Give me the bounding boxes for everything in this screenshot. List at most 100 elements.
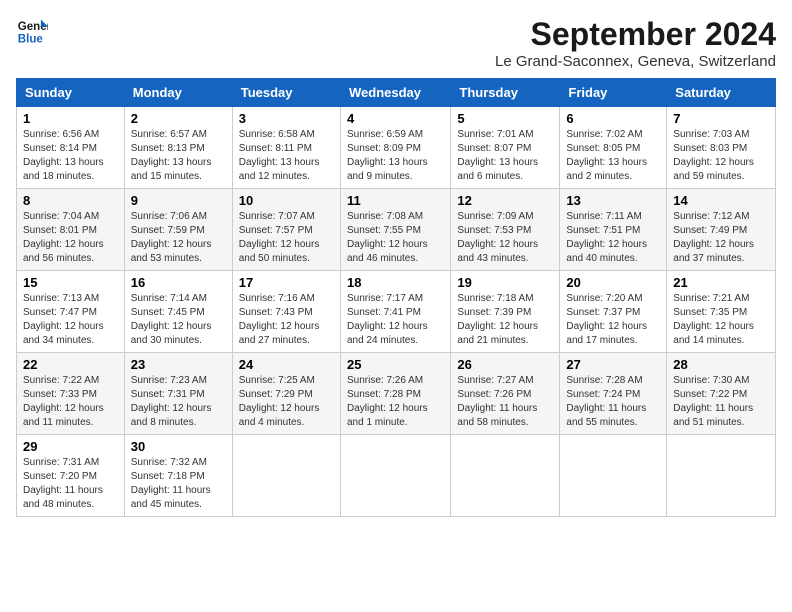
day-info: Sunrise: 6:59 AMSunset: 8:09 PMDaylight:…: [347, 128, 444, 184]
day-cell: 29 Sunrise: 7:31 AMSunset: 7:20 PMDayligh…: [17, 435, 125, 517]
day-cell: 28 Sunrise: 7:30 AMSunset: 7:22 PMDayligh…: [667, 353, 776, 435]
week-row-1: 1 Sunrise: 6:56 AMSunset: 8:14 PMDaylight…: [17, 107, 776, 189]
week-row-5: 29 Sunrise: 7:31 AMSunset: 7:20 PMDayligh…: [17, 435, 776, 517]
location-title: Le Grand-Saconnex, Geneva, Switzerland: [495, 53, 776, 70]
day-cell: [340, 435, 450, 517]
day-number: 13: [566, 193, 660, 208]
day-info: Sunrise: 6:56 AMSunset: 8:14 PMDaylight:…: [23, 128, 118, 184]
day-number: 25: [347, 357, 444, 372]
day-info: Sunrise: 6:57 AMSunset: 8:13 PMDaylight:…: [131, 128, 226, 184]
day-cell: 21 Sunrise: 7:21 AMSunset: 7:35 PMDayligh…: [667, 271, 776, 353]
day-number: 17: [239, 275, 334, 290]
day-number: 12: [457, 193, 553, 208]
day-header-friday: Friday: [560, 79, 667, 107]
day-cell: 12 Sunrise: 7:09 AMSunset: 7:53 PMDayligh…: [451, 189, 560, 271]
day-header-monday: Monday: [124, 79, 232, 107]
day-info: Sunrise: 7:08 AMSunset: 7:55 PMDaylight:…: [347, 210, 444, 266]
day-cell: 23 Sunrise: 7:23 AMSunset: 7:31 PMDayligh…: [124, 353, 232, 435]
day-info: Sunrise: 7:27 AMSunset: 7:26 PMDaylight:…: [457, 374, 553, 430]
day-cell: 25 Sunrise: 7:26 AMSunset: 7:28 PMDayligh…: [340, 353, 450, 435]
day-number: 24: [239, 357, 334, 372]
day-number: 22: [23, 357, 118, 372]
day-cell: 30 Sunrise: 7:32 AMSunset: 7:18 PMDayligh…: [124, 435, 232, 517]
svg-text:Blue: Blue: [18, 34, 44, 46]
day-number: 10: [239, 193, 334, 208]
day-info: Sunrise: 7:13 AMSunset: 7:47 PMDaylight:…: [23, 292, 118, 348]
day-number: 1: [23, 111, 118, 126]
month-title: September 2024: [495, 16, 776, 53]
day-cell: 6 Sunrise: 7:02 AMSunset: 8:05 PMDaylight…: [560, 107, 667, 189]
week-row-4: 22 Sunrise: 7:22 AMSunset: 7:33 PMDayligh…: [17, 353, 776, 435]
day-info: Sunrise: 7:04 AMSunset: 8:01 PMDaylight:…: [23, 210, 118, 266]
day-number: 21: [673, 275, 769, 290]
day-header-saturday: Saturday: [667, 79, 776, 107]
day-info: Sunrise: 7:16 AMSunset: 7:43 PMDaylight:…: [239, 292, 334, 348]
day-cell: 19Sunrise: 7:18 AMSunset: 7:39 PMDayligh…: [451, 271, 560, 353]
day-cell: [451, 435, 560, 517]
day-cell: 18 Sunrise: 7:17 AMSunset: 7:41 PMDayligh…: [340, 271, 450, 353]
day-cell: [667, 435, 776, 517]
header-row: SundayMondayTuesdayWednesdayThursdayFrid…: [17, 79, 776, 107]
day-cell: 3 Sunrise: 6:58 AMSunset: 8:11 PMDaylight…: [232, 107, 340, 189]
day-header-thursday: Thursday: [451, 79, 560, 107]
day-number: 19: [457, 275, 553, 290]
day-cell: 15Sunrise: 7:13 AMSunset: 7:47 PMDayligh…: [17, 271, 125, 353]
day-info: Sunrise: 7:22 AMSunset: 7:33 PMDaylight:…: [23, 374, 118, 430]
logo: General Blue: [16, 16, 48, 48]
day-info: Sunrise: 7:26 AMSunset: 7:28 PMDaylight:…: [347, 374, 444, 430]
day-info: Sunrise: 7:32 AMSunset: 7:18 PMDaylight:…: [131, 456, 226, 512]
day-number: 23: [131, 357, 226, 372]
day-info: Sunrise: 7:30 AMSunset: 7:22 PMDaylight:…: [673, 374, 769, 430]
day-info: Sunrise: 7:14 AMSunset: 7:45 PMDaylight:…: [131, 292, 226, 348]
day-info: Sunrise: 7:28 AMSunset: 7:24 PMDaylight:…: [566, 374, 660, 430]
day-number: 8: [23, 193, 118, 208]
day-header-wednesday: Wednesday: [340, 79, 450, 107]
day-cell: 14Sunrise: 7:12 AMSunset: 7:49 PMDayligh…: [667, 189, 776, 271]
day-header-tuesday: Tuesday: [232, 79, 340, 107]
day-number: 29: [23, 439, 118, 454]
day-cell: 20 Sunrise: 7:20 AMSunset: 7:37 PMDayligh…: [560, 271, 667, 353]
day-info: Sunrise: 7:25 AMSunset: 7:29 PMDaylight:…: [239, 374, 334, 430]
week-row-2: 8 Sunrise: 7:04 AMSunset: 8:01 PMDaylight…: [17, 189, 776, 271]
day-info: Sunrise: 7:03 AMSunset: 8:03 PMDaylight:…: [673, 128, 769, 184]
day-info: Sunrise: 7:23 AMSunset: 7:31 PMDaylight:…: [131, 374, 226, 430]
day-number: 6: [566, 111, 660, 126]
day-info: Sunrise: 7:12 AMSunset: 7:49 PMDaylight:…: [673, 210, 769, 266]
day-cell: 22 Sunrise: 7:22 AMSunset: 7:33 PMDayligh…: [17, 353, 125, 435]
day-info: Sunrise: 7:11 AMSunset: 7:51 PMDaylight:…: [566, 210, 660, 266]
day-cell: 27 Sunrise: 7:28 AMSunset: 7:24 PMDayligh…: [560, 353, 667, 435]
day-cell: 8 Sunrise: 7:04 AMSunset: 8:01 PMDaylight…: [17, 189, 125, 271]
day-number: 20: [566, 275, 660, 290]
day-cell: 24 Sunrise: 7:25 AMSunset: 7:29 PMDayligh…: [232, 353, 340, 435]
day-number: 11: [347, 193, 444, 208]
day-cell: 10 Sunrise: 7:07 AMSunset: 7:57 PMDayligh…: [232, 189, 340, 271]
day-info: Sunrise: 7:20 AMSunset: 7:37 PMDaylight:…: [566, 292, 660, 348]
day-number: 28: [673, 357, 769, 372]
day-info: Sunrise: 7:06 AMSunset: 7:59 PMDaylight:…: [131, 210, 226, 266]
day-cell: 26 Sunrise: 7:27 AMSunset: 7:26 PMDayligh…: [451, 353, 560, 435]
day-cell: 4Sunrise: 6:59 AMSunset: 8:09 PMDaylight…: [340, 107, 450, 189]
day-number: 30: [131, 439, 226, 454]
day-number: 2: [131, 111, 226, 126]
day-info: Sunrise: 6:58 AMSunset: 8:11 PMDaylight:…: [239, 128, 334, 184]
day-info: Sunrise: 7:31 AMSunset: 7:20 PMDaylight:…: [23, 456, 118, 512]
day-info: Sunrise: 7:02 AMSunset: 8:05 PMDaylight:…: [566, 128, 660, 184]
day-number: 18: [347, 275, 444, 290]
calendar-table: SundayMondayTuesdayWednesdayThursdayFrid…: [16, 78, 776, 517]
day-info: Sunrise: 7:17 AMSunset: 7:41 PMDaylight:…: [347, 292, 444, 348]
day-info: Sunrise: 7:21 AMSunset: 7:35 PMDaylight:…: [673, 292, 769, 348]
day-header-sunday: Sunday: [17, 79, 125, 107]
day-info: Sunrise: 7:09 AMSunset: 7:53 PMDaylight:…: [457, 210, 553, 266]
day-number: 26: [457, 357, 553, 372]
day-cell: 1 Sunrise: 6:56 AMSunset: 8:14 PMDaylight…: [17, 107, 125, 189]
day-number: 27: [566, 357, 660, 372]
day-cell: 11 Sunrise: 7:08 AMSunset: 7:55 PMDayligh…: [340, 189, 450, 271]
day-number: 3: [239, 111, 334, 126]
day-cell: 13 Sunrise: 7:11 AMSunset: 7:51 PMDayligh…: [560, 189, 667, 271]
day-cell: 7Sunrise: 7:03 AMSunset: 8:03 PMDaylight…: [667, 107, 776, 189]
day-info: Sunrise: 7:07 AMSunset: 7:57 PMDaylight:…: [239, 210, 334, 266]
day-number: 16: [131, 275, 226, 290]
day-cell: 2 Sunrise: 6:57 AMSunset: 8:13 PMDaylight…: [124, 107, 232, 189]
week-row-3: 15Sunrise: 7:13 AMSunset: 7:47 PMDayligh…: [17, 271, 776, 353]
day-cell: 16 Sunrise: 7:14 AMSunset: 7:45 PMDayligh…: [124, 271, 232, 353]
